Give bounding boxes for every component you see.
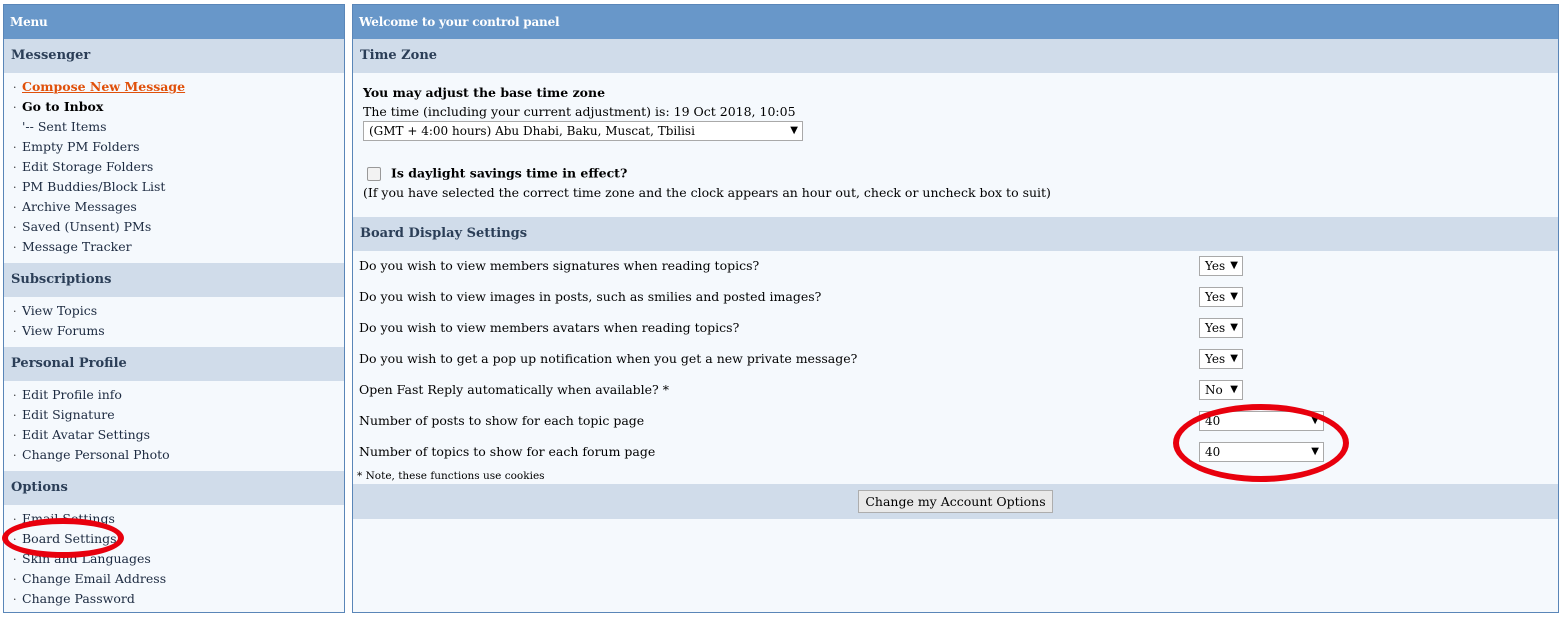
option-question: Do you wish to view members avatars when… [359,320,740,335]
timezone-heading: Time Zone [353,39,1558,73]
section-heading-subscriptions: Subscriptions [4,263,344,297]
menu-item-sent-items[interactable]: '-- Sent Items [4,117,344,137]
option-question: Do you wish to view images in posts, suc… [359,289,822,304]
dst-label: Is daylight savings time in effect? [391,165,628,181]
current-time-text: The time (including your current adjustm… [363,104,796,119]
select-value: 40 [1205,414,1221,428]
posts-per-page-select[interactable]: 40 ▼ [1199,411,1324,431]
option-row-topics-per-page: Number of topics to show for each forum … [353,437,1558,468]
menu-item-pm-buddies[interactable]: · PM Buddies/Block List [4,177,344,197]
menu-item-view-forums[interactable]: · View Forums [4,321,344,341]
option-row-fast-reply: Open Fast Reply automatically when avail… [353,375,1558,406]
section-heading-options: Options [4,471,344,505]
timezone-adjust-label: You may adjust the base time zone [363,85,606,100]
menu-item-empty-pm-folders[interactable]: · Empty PM Folders [4,137,344,157]
select-value: Yes [1205,352,1226,366]
subscriptions-menu: · View Topics · View Forums [4,297,344,347]
submit-row: Change my Account Options [353,484,1558,519]
menu-item-view-topics[interactable]: · View Topics [4,301,344,321]
dropdown-arrow-icon: ▼ [1230,322,1238,333]
option-row-images: Do you wish to view images in posts, suc… [353,282,1558,313]
menu-item-board-settings[interactable]: · Board Settings [4,529,344,549]
menu-item-change-personal-photo[interactable]: · Change Personal Photo [4,445,344,465]
popup-select[interactable]: Yes ▼ [1199,349,1243,369]
menu-item-archive-messages[interactable]: · Archive Messages [4,197,344,217]
fast-reply-select[interactable]: No ▼ [1199,380,1243,400]
select-value: Yes [1205,321,1226,335]
dst-checkbox[interactable] [367,166,381,181]
timezone-select[interactable]: (GMT + 4:00 hours) Abu Dhabi, Baku, Musc… [363,121,803,141]
options-menu: · Email Settings · Board Settings · Skin an… [4,505,344,615]
signatures-select[interactable]: Yes ▼ [1199,256,1243,276]
option-row-posts-per-page: Number of posts to show for each topic p… [353,406,1558,437]
menu-item-email-settings[interactable]: · Email Settings [4,509,344,529]
timezone-select-value: (GMT + 4:00 hours) Abu Dhabi, Baku, Musc… [369,124,695,138]
personal-profile-menu: · Edit Profile info · Edit Signature · Edit… [4,381,344,471]
menu-item-saved-pms[interactable]: · Saved (Unsent) PMs [4,217,344,237]
select-value: 40 [1205,445,1221,459]
board-display-heading: Board Display Settings [353,217,1558,251]
dropdown-arrow-icon: ▼ [1311,415,1319,426]
option-row-avatars: Do you wish to view members avatars when… [353,313,1558,344]
section-heading-personal-profile: Personal Profile [4,347,344,381]
option-question: Number of posts to show for each topic p… [359,413,645,428]
menu-item-edit-storage-folders[interactable]: · Edit Storage Folders [4,157,344,177]
menu-item-change-email-address[interactable]: · Change Email Address [4,569,344,589]
menu-item-edit-profile-info[interactable]: · Edit Profile info [4,385,344,405]
dropdown-arrow-icon: ▼ [1311,446,1319,457]
messenger-menu: · Compose New Message · Go to Inbox '-- Se… [4,73,344,263]
option-row-popup: Do you wish to get a pop up notification… [353,344,1558,375]
menu-title: Menu [4,5,344,39]
dropdown-arrow-icon: ▼ [1230,384,1238,395]
option-question: Do you wish to view members signatures w… [359,258,760,273]
menu-panel: Menu Messenger · Compose New Message · Go … [3,4,345,613]
option-question: Do you wish to get a pop up notification… [359,351,858,366]
select-value: Yes [1205,290,1226,304]
menu-item-edit-signature[interactable]: · Edit Signature [4,405,344,425]
section-heading-messenger: Messenger [4,39,344,73]
menu-item-go-to-inbox[interactable]: · Go to Inbox [4,97,344,117]
dst-note: (If you have selected the correct time z… [363,185,1051,200]
dropdown-arrow-icon: ▼ [790,125,798,136]
avatars-select[interactable]: Yes ▼ [1199,318,1243,338]
change-account-options-button[interactable]: Change my Account Options [858,490,1053,513]
menu-item-compose-new-message[interactable]: · Compose New Message [4,77,344,97]
timezone-section: You may adjust the base time zone The ti… [353,73,1558,217]
menu-item-skin-and-languages[interactable]: · Skin and Languages [4,549,344,569]
dropdown-arrow-icon: ▼ [1230,291,1238,302]
option-question: Number of topics to show for each forum … [359,444,656,459]
option-question: Open Fast Reply automatically when avail… [359,382,669,397]
board-options: Do you wish to view members signatures w… [353,251,1558,484]
option-row-signatures: Do you wish to view members signatures w… [353,251,1558,282]
dropdown-arrow-icon: ▼ [1230,260,1238,271]
page-title: Welcome to your control panel [353,5,1558,39]
topics-per-page-select[interactable]: 40 ▼ [1199,442,1324,462]
cookies-note: * Note, these functions use cookies [357,470,545,482]
select-value: No [1205,383,1223,397]
dropdown-arrow-icon: ▼ [1230,353,1238,364]
menu-item-edit-avatar-settings[interactable]: · Edit Avatar Settings [4,425,344,445]
menu-item-change-password[interactable]: · Change Password [4,589,344,609]
select-value: Yes [1205,259,1226,273]
images-select[interactable]: Yes ▼ [1199,287,1243,307]
menu-item-message-tracker[interactable]: · Message Tracker [4,237,344,257]
dst-row: Is daylight savings time in effect? [363,163,1548,183]
control-panel: Welcome to your control panel Time Zone … [352,4,1559,613]
